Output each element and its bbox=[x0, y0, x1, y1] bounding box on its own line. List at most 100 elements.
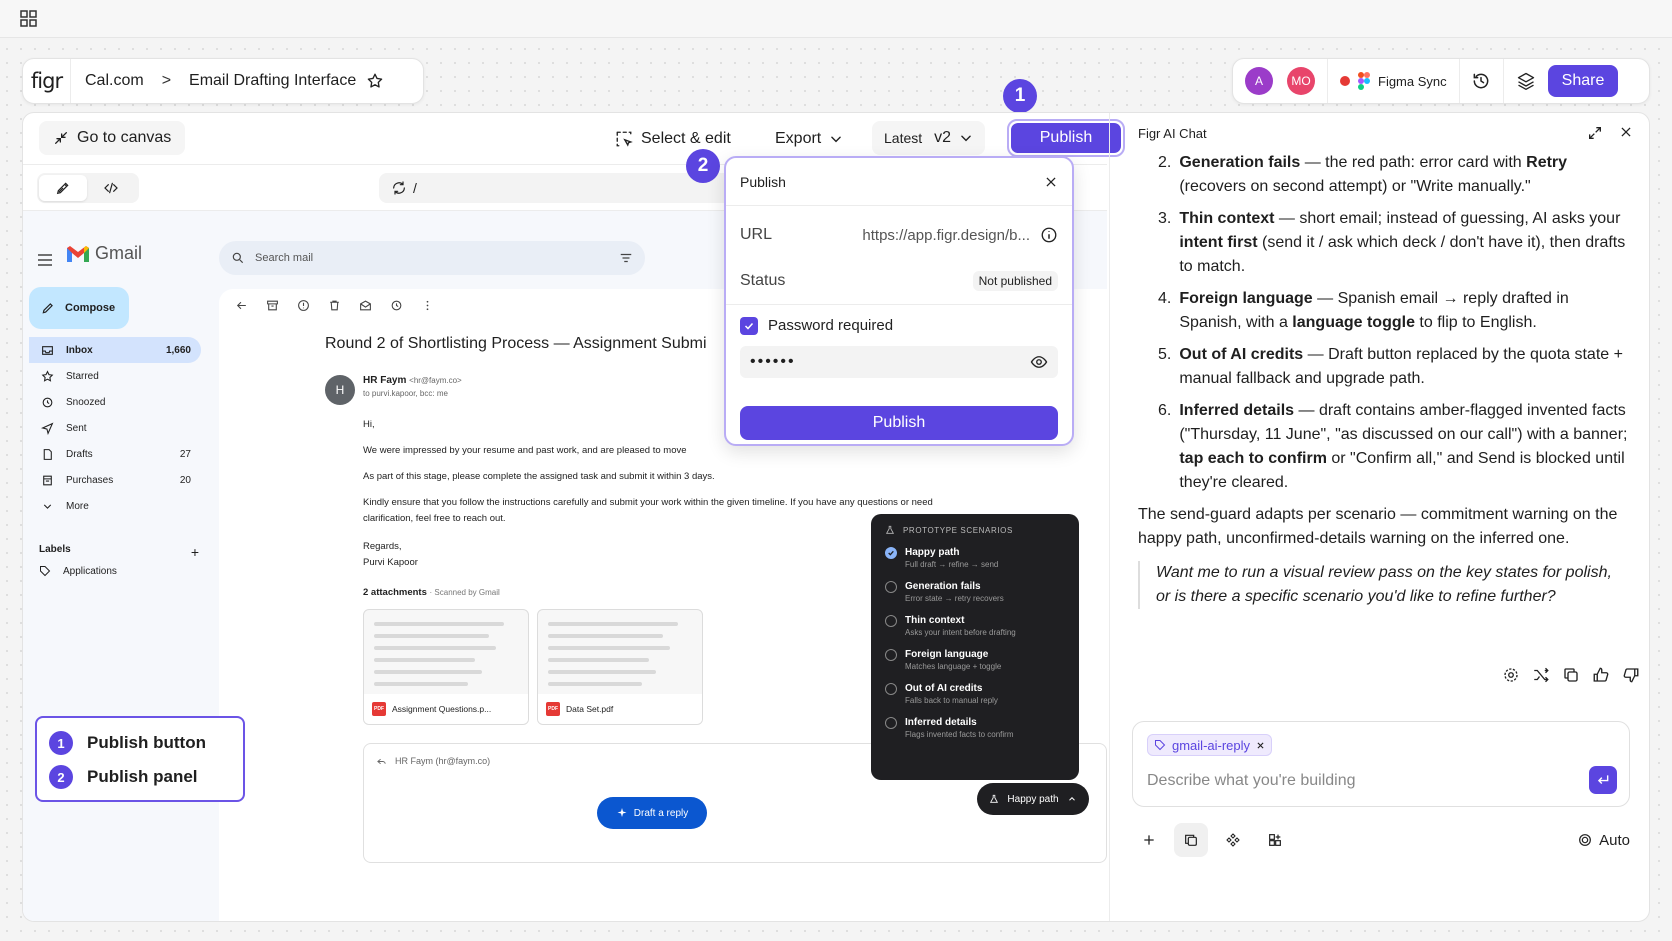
sender-name: HR Faym bbox=[363, 375, 407, 386]
export-label: Export bbox=[775, 130, 822, 147]
select-edit-button[interactable]: Select & edit bbox=[615, 122, 731, 156]
labels-heading: Labels bbox=[39, 544, 71, 555]
context-chip[interactable]: gmail-ai-reply bbox=[1147, 734, 1273, 756]
add-label-button[interactable]: + bbox=[191, 544, 199, 560]
back-arrow-icon[interactable] bbox=[235, 299, 248, 312]
password-input[interactable]: •••••• bbox=[740, 346, 1058, 378]
nav-count: 27 bbox=[179, 448, 191, 460]
history-button[interactable] bbox=[1460, 59, 1504, 103]
model-auto-selector[interactable]: Auto bbox=[1577, 832, 1630, 849]
components-icon bbox=[1226, 833, 1240, 847]
draft-reply-label: Draft a reply bbox=[633, 807, 689, 819]
share-button[interactable]: Share bbox=[1547, 65, 1619, 97]
publish-url[interactable]: https://app.figr.design/b... bbox=[862, 227, 1030, 244]
pages-button[interactable] bbox=[1174, 823, 1208, 857]
nav-sent[interactable]: Sent bbox=[29, 415, 201, 441]
design-mode-button[interactable] bbox=[39, 175, 87, 201]
search-placeholder: Search mail bbox=[255, 252, 314, 264]
scenario-title: Thin context bbox=[905, 615, 965, 626]
attachment-card[interactable]: PDF Data Set.pdf bbox=[537, 609, 703, 725]
compose-button[interactable]: Compose bbox=[29, 287, 129, 329]
nav-purchases[interactable]: Purchases 20 bbox=[29, 467, 201, 493]
export-dropdown[interactable]: Export bbox=[775, 122, 843, 156]
radio-icon[interactable] bbox=[885, 717, 897, 729]
copy-icon[interactable] bbox=[1562, 666, 1580, 684]
add-button[interactable] bbox=[1132, 823, 1166, 857]
nav-inbox[interactable]: Inbox 1,660 bbox=[29, 337, 201, 363]
nav-drafts[interactable]: Drafts 27 bbox=[29, 441, 201, 467]
star-icon[interactable] bbox=[366, 72, 384, 90]
remove-chip-icon[interactable] bbox=[1256, 741, 1265, 750]
close-icon[interactable] bbox=[1619, 125, 1633, 139]
trash-icon[interactable] bbox=[328, 299, 341, 312]
go-to-canvas-button[interactable]: Go to canvas bbox=[39, 121, 186, 155]
gmail-logo[interactable]: Gmail bbox=[65, 243, 142, 264]
snooze-icon[interactable] bbox=[390, 299, 403, 312]
figma-sync-button[interactable]: Figma Sync bbox=[1328, 59, 1460, 103]
scenario-option[interactable]: Happy path Full draft → refine → send bbox=[885, 546, 1065, 570]
tag-icon bbox=[1155, 740, 1166, 751]
scenario-option[interactable]: Thin context Asks your intent before draf… bbox=[885, 614, 1065, 638]
mark-unread-icon[interactable] bbox=[359, 299, 372, 312]
scenario-option[interactable]: Out of AI credits Falls back to manual re… bbox=[885, 682, 1065, 706]
apps-grid-icon[interactable] bbox=[20, 10, 38, 28]
chip-label: gmail-ai-reply bbox=[1172, 737, 1251, 753]
radio-icon[interactable] bbox=[885, 649, 897, 661]
chat-list-item: 5. Out of AI credits — Draft button repla… bbox=[1138, 343, 1630, 391]
publish-confirm-button[interactable]: Publish bbox=[740, 406, 1058, 440]
components-button[interactable] bbox=[1216, 823, 1250, 857]
annotation-legend: 1 Publish button 2 Publish panel bbox=[35, 716, 245, 802]
figr-logo[interactable]: figr bbox=[23, 59, 71, 103]
chevron-down-icon bbox=[43, 503, 52, 509]
annotation-badge-1: 1 bbox=[1003, 79, 1037, 113]
auto-model-icon bbox=[1579, 834, 1592, 846]
chat-paragraph: The send-guard adapts per scenario — com… bbox=[1138, 506, 1618, 547]
code-mode-button[interactable] bbox=[87, 175, 135, 201]
nav-more[interactable]: More bbox=[29, 493, 201, 519]
menu-icon[interactable] bbox=[37, 253, 53, 267]
scenario-selector-pill[interactable]: Happy path bbox=[977, 783, 1089, 815]
settings-icon[interactable] bbox=[1502, 666, 1520, 684]
scenario-option[interactable]: Inferred details Flags invented facts to … bbox=[885, 716, 1065, 740]
shuffle-icon[interactable] bbox=[1532, 666, 1550, 684]
expand-icon[interactable] bbox=[1587, 125, 1603, 141]
attachment-card[interactable]: PDF Assignment Questions.p... bbox=[363, 609, 529, 725]
nav-snoozed[interactable]: Snoozed bbox=[29, 389, 201, 415]
thumbs-up-icon[interactable] bbox=[1592, 666, 1610, 684]
radio-icon[interactable] bbox=[885, 615, 897, 627]
avatar[interactable]: MO bbox=[1287, 67, 1315, 95]
info-icon[interactable] bbox=[1040, 226, 1058, 244]
version-dropdown[interactable]: Latest v2 bbox=[872, 121, 986, 155]
refresh-icon[interactable] bbox=[391, 180, 407, 196]
breadcrumb-project[interactable]: Cal.com bbox=[71, 72, 158, 90]
archive-icon[interactable] bbox=[266, 299, 279, 312]
more-vertical-icon[interactable] bbox=[421, 299, 434, 312]
avatar[interactable]: A bbox=[1245, 67, 1273, 95]
radio-checked-icon[interactable] bbox=[885, 547, 897, 559]
draft-reply-button[interactable]: Draft a reply bbox=[597, 797, 707, 829]
email-paragraph: As part of this stage, please complete t… bbox=[363, 471, 715, 482]
scenario-subtitle: Falls back to manual reply bbox=[905, 696, 998, 705]
collapse-icon bbox=[55, 132, 67, 144]
radio-icon[interactable] bbox=[885, 581, 897, 593]
chat-input-box[interactable]: gmail-ai-reply Describe what you're buil… bbox=[1132, 721, 1630, 807]
eye-icon[interactable] bbox=[1030, 353, 1048, 371]
send-button[interactable] bbox=[1589, 766, 1617, 794]
thumbs-down-icon[interactable] bbox=[1622, 666, 1640, 684]
layout-button[interactable] bbox=[1258, 823, 1292, 857]
layers-button[interactable] bbox=[1504, 59, 1548, 103]
publish-button[interactable]: Publish bbox=[1011, 123, 1121, 153]
label-applications[interactable]: Applications bbox=[39, 565, 117, 577]
nav-starred[interactable]: Starred bbox=[29, 363, 201, 389]
filter-icon[interactable] bbox=[619, 251, 633, 265]
radio-icon[interactable] bbox=[885, 683, 897, 695]
report-icon[interactable] bbox=[297, 299, 310, 312]
scenario-option[interactable]: Generation fails Error state → retry reco… bbox=[885, 580, 1065, 604]
gmail-search-input[interactable]: Search mail bbox=[219, 241, 645, 275]
attachments-count: 2 attachments bbox=[363, 587, 427, 598]
scenario-option[interactable]: Foreign language Matches language + toggl… bbox=[885, 648, 1065, 672]
password-required-checkbox[interactable]: Password required bbox=[726, 304, 1072, 346]
checkbox-checked-icon[interactable] bbox=[740, 316, 758, 335]
breadcrumb-page[interactable]: Email Drafting Interface bbox=[175, 72, 366, 90]
close-icon[interactable] bbox=[1044, 175, 1058, 189]
